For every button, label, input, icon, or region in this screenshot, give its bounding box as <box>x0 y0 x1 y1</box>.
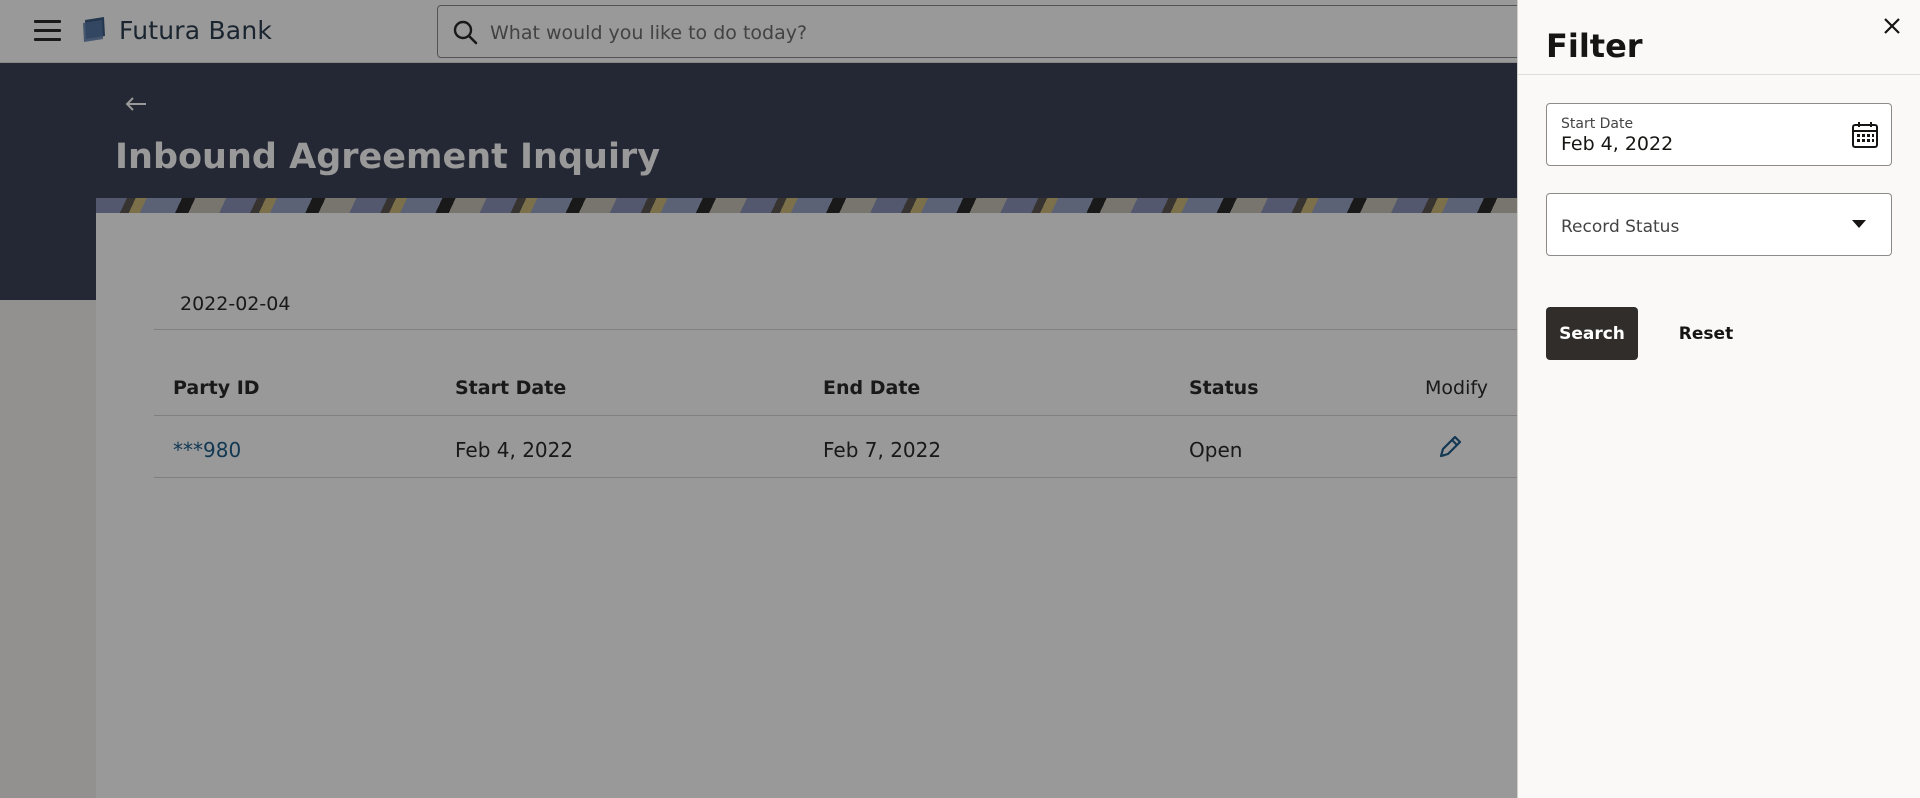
start-date-field[interactable]: Start Date Feb 4, 2022 <box>1546 103 1892 166</box>
record-status-dropdown[interactable]: Record Status <box>1546 193 1892 256</box>
panel-divider <box>1518 74 1920 75</box>
filter-panel: Filter Start Date Feb 4, 2022 Record Sta… <box>1517 0 1920 798</box>
close-icon[interactable] <box>1880 14 1904 38</box>
calendar-icon[interactable] <box>1850 120 1880 150</box>
start-date-value: Feb 4, 2022 <box>1561 133 1674 155</box>
reset-button[interactable]: Reset <box>1668 307 1744 360</box>
search-button[interactable]: Search <box>1546 307 1638 360</box>
record-status-label: Record Status <box>1561 217 1680 237</box>
chevron-down-icon <box>1852 220 1866 228</box>
start-date-label: Start Date <box>1561 116 1634 132</box>
filter-title: Filter <box>1546 27 1643 65</box>
